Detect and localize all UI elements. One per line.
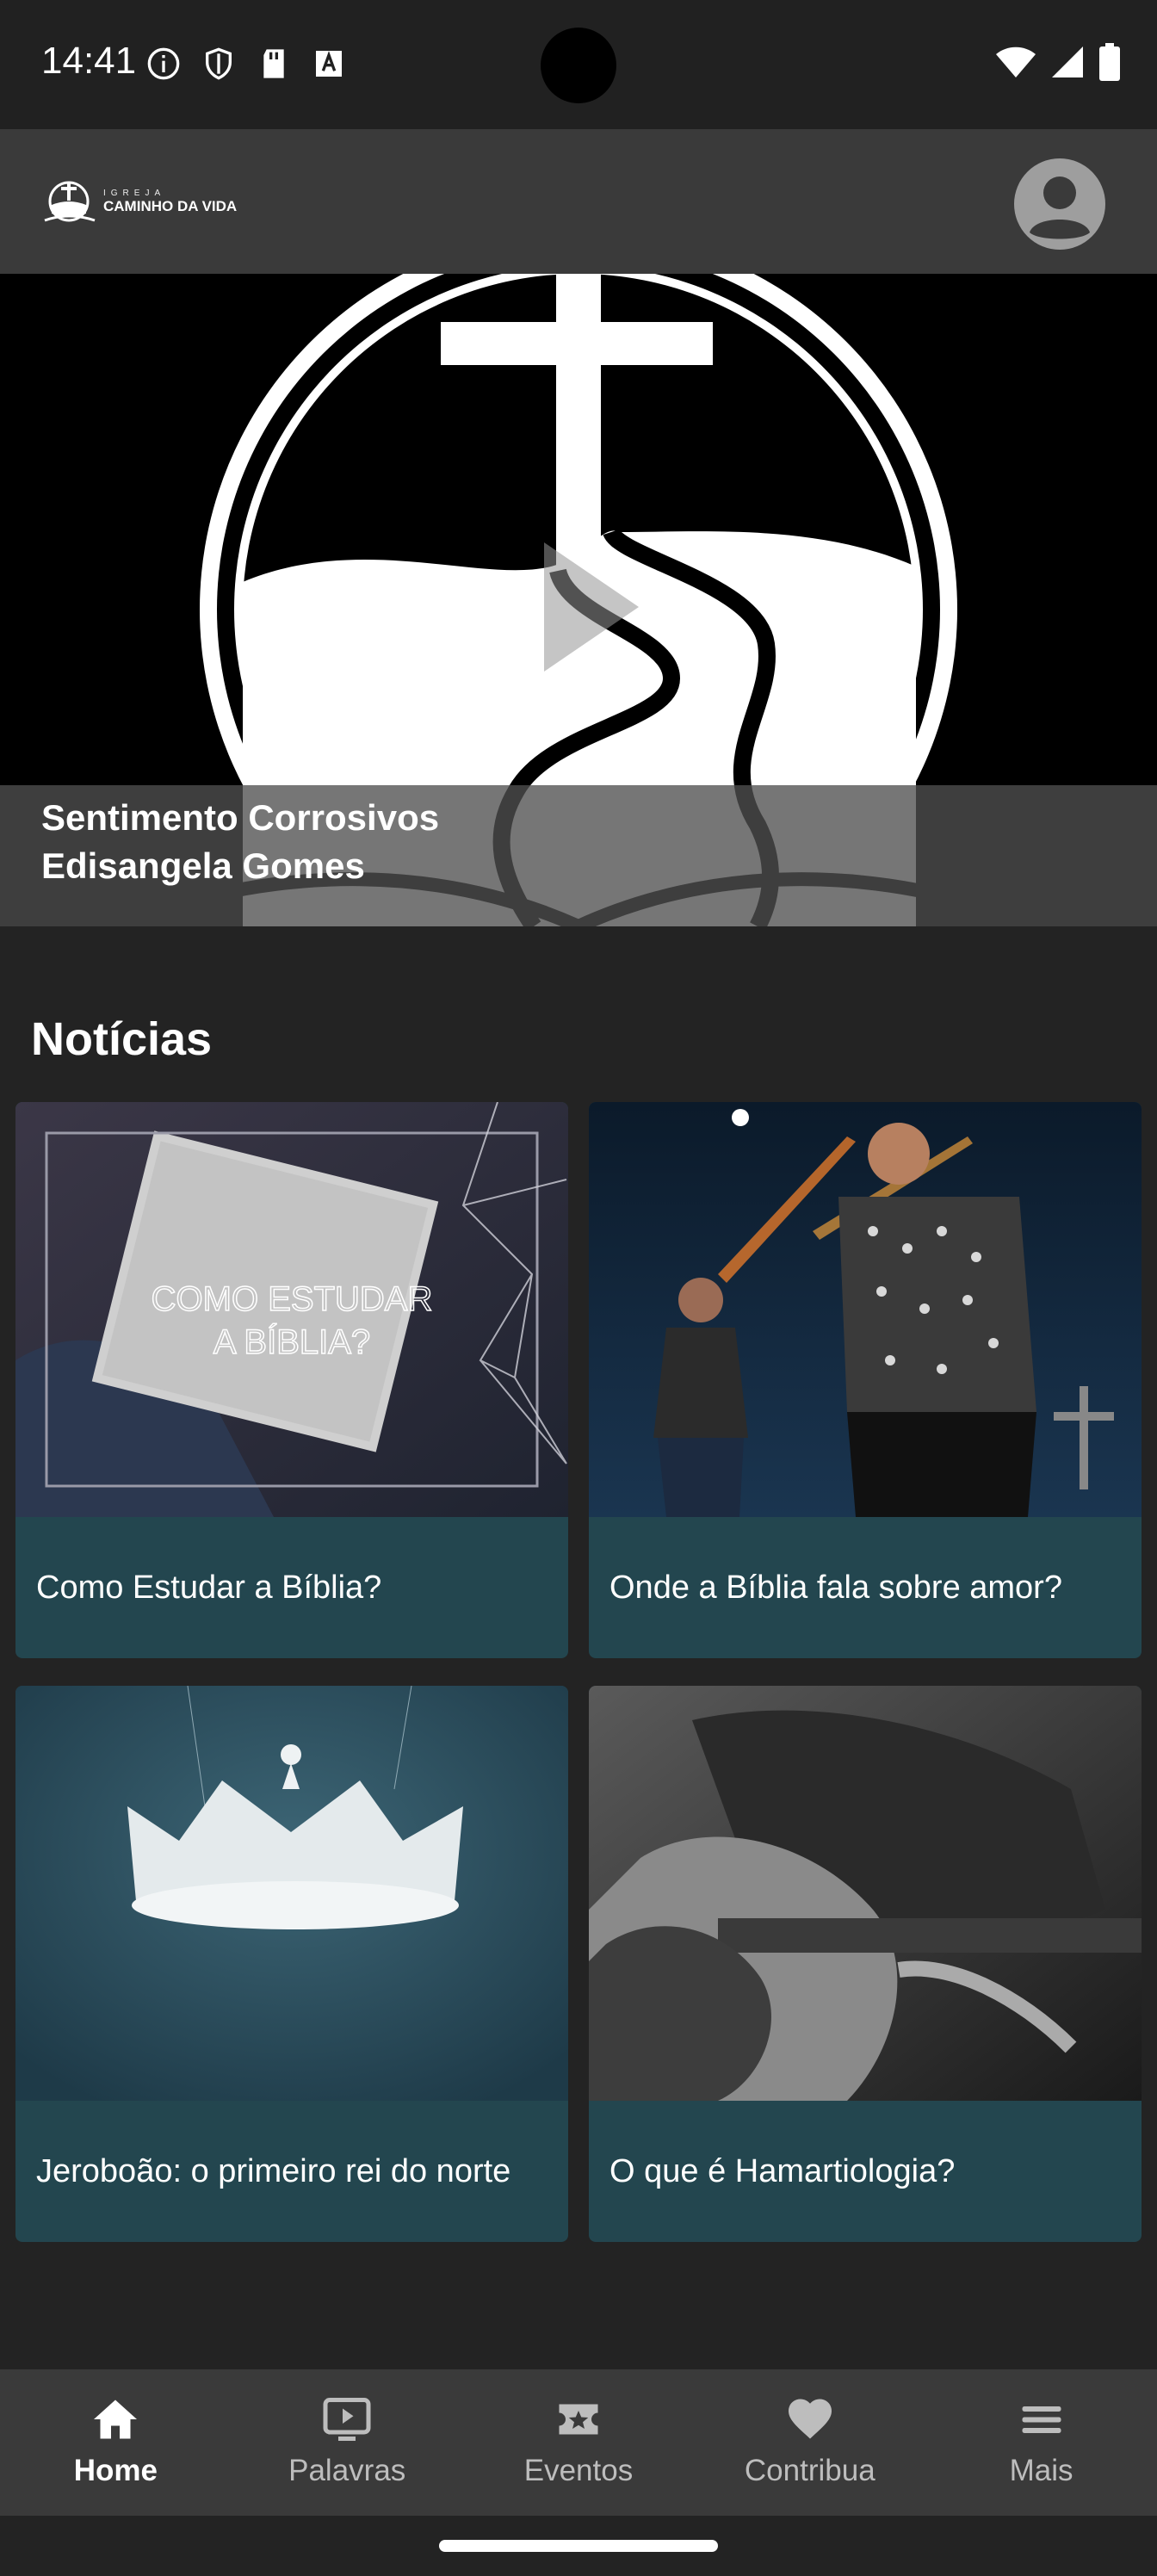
- play-icon[interactable]: [527, 534, 656, 684]
- home-gesture-handle[interactable]: [439, 2540, 718, 2552]
- nav-item-palavras[interactable]: Palavras: [232, 2369, 463, 2516]
- news-card-title: Como Estudar a Bíblia?: [36, 1569, 382, 1606]
- news-card[interactable]: Jeroboão: o primeiro rei do norte: [15, 1686, 568, 2242]
- status-icons-right: [995, 43, 1121, 85]
- shield-icon: [200, 45, 238, 83]
- app-bar: IGREJA CAMINHO DA VIDA: [0, 129, 1157, 274]
- battery-icon: [1098, 43, 1121, 85]
- nav-item-home[interactable]: Home: [0, 2369, 232, 2516]
- signal-icon: [1050, 45, 1085, 84]
- nav-item-mais[interactable]: Mais: [925, 2369, 1157, 2516]
- menu-icon: [1014, 2392, 1069, 2447]
- status-bar: 14:41: [0, 0, 1157, 129]
- nav-label-home: Home: [73, 2454, 158, 2487]
- news-card-image: [15, 1686, 568, 2101]
- account-avatar[interactable]: [1014, 158, 1105, 250]
- news-card[interactable]: Onde a Bíblia fala sobre amor?: [589, 1102, 1142, 1658]
- bottom-navigation: Home Palavras Eventos Contribua Mais: [0, 2369, 1157, 2516]
- nav-label-mais: Mais: [1009, 2454, 1073, 2487]
- card-image-text-2: A BÍBLIA?: [213, 1322, 370, 1361]
- sd-card-icon: [255, 45, 293, 83]
- nav-item-contribua[interactable]: Contribua: [694, 2369, 925, 2516]
- status-icons-left: [145, 45, 348, 83]
- nav-label-eventos: Eventos: [523, 2454, 634, 2487]
- keyboard-a-icon: [310, 45, 348, 83]
- camera-cutout: [541, 28, 616, 103]
- account-icon: [1030, 176, 1090, 239]
- wifi-icon: [995, 45, 1036, 84]
- church-logo[interactable]: IGREJA CAMINHO DA VIDA: [43, 179, 237, 224]
- news-card[interactable]: O que é Hamartiologia?: [589, 1686, 1142, 2242]
- news-section-title: Notícias: [31, 1013, 213, 1065]
- video-icon: [319, 2392, 374, 2447]
- status-time: 14:41: [41, 40, 137, 82]
- nav-item-eventos[interactable]: Eventos: [463, 2369, 695, 2516]
- hero-title: Sentimento Corrosivos: [41, 797, 440, 838]
- card-image-text-1: COMO ESTUDAR: [152, 1280, 433, 1318]
- logo-emblem-icon: [44, 181, 96, 222]
- news-card[interactable]: COMO ESTUDAR A BÍBLIA? Como Estudar a Bí…: [15, 1102, 568, 1658]
- info-icon: [145, 45, 183, 83]
- news-card-image: [589, 1686, 1142, 2101]
- logo-text-main: CAMINHO DA VIDA: [103, 197, 238, 214]
- news-card-image: COMO ESTUDAR A BÍBLIA?: [15, 1102, 568, 1517]
- home-icon: [88, 2392, 143, 2447]
- news-card-title: Jeroboão: o primeiro rei do norte: [36, 2152, 511, 2189]
- news-card-title: O que é Hamartiologia?: [609, 2152, 956, 2189]
- news-card-image: [589, 1102, 1142, 1517]
- logo-text-small: IGREJA: [103, 188, 166, 198]
- nav-label-palavras: Palavras: [288, 2454, 406, 2487]
- news-card-title: Onde a Bíblia fala sobre amor?: [609, 1569, 1062, 1606]
- events-star-icon: [551, 2392, 606, 2447]
- hero-subtitle: Edisangela Gomes: [41, 845, 365, 886]
- hero-banner[interactable]: Sentimento Corrosivos Edisangela Gomes: [0, 274, 1157, 926]
- nav-label-contribua: Contribua: [744, 2454, 875, 2487]
- heart-icon: [783, 2392, 838, 2447]
